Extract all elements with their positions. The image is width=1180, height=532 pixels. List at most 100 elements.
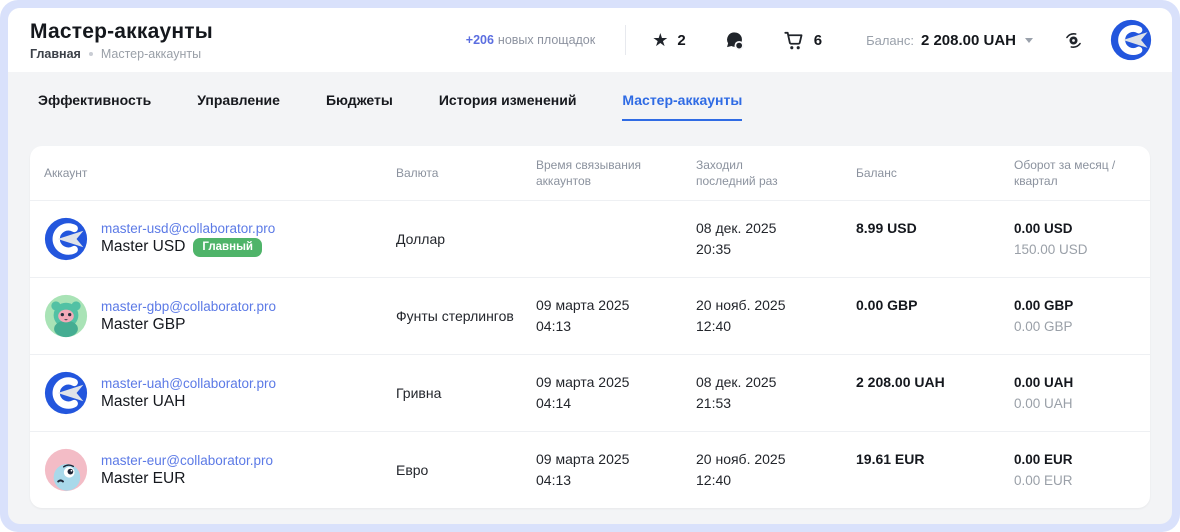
tab-бюджеты[interactable]: Бюджеты: [326, 92, 393, 121]
column-header-account: Аккаунт: [44, 165, 396, 181]
collaborator-logo-avatar: [44, 371, 88, 415]
account-name: Master EUR: [101, 470, 185, 488]
turnover-month: 0.00 USD: [1014, 218, 1136, 239]
tab-управление[interactable]: Управление: [197, 92, 280, 121]
currency-cell: Евро: [396, 462, 536, 478]
turnover-quarter: 0.00 GBP: [1014, 316, 1136, 337]
linked-time-cell: 09 марта 2025 04:14: [536, 372, 696, 414]
privacy-eye-icon: [1063, 30, 1084, 51]
title-block: Мастер-аккаунты Главная Мастер-аккаунты: [30, 20, 213, 61]
account-cell: master-gbp@collaborator.pro Master GBP: [44, 294, 396, 338]
account-email-link[interactable]: master-gbp@collaborator.pro: [101, 299, 276, 314]
new-platforms-count: +206: [466, 33, 494, 47]
account-cell: master-usd@collaborator.pro Master USD Г…: [44, 217, 396, 261]
account-name-row: Master GBP: [101, 316, 276, 334]
balance-amount: 2 208.00 UAH: [856, 372, 945, 393]
linked-time: 04:13: [536, 316, 696, 337]
account-name: Master UAH: [101, 393, 185, 411]
new-platforms-label: новых площадок: [498, 33, 595, 47]
last-visit-cell: 20 нояб. 2025 12:40: [696, 295, 856, 337]
account-text: master-usd@collaborator.pro Master USD Г…: [101, 221, 275, 258]
turnover-cell: 0.00 USD 150.00 USD: [1014, 218, 1136, 260]
balance-dropdown[interactable]: Баланс: 2 208.00 UAH: [866, 32, 1033, 49]
table-header-row: Аккаунт Валюта Время связывания аккаунто…: [30, 146, 1150, 200]
account-email-link[interactable]: master-uah@collaborator.pro: [101, 376, 276, 391]
balance-label: Баланс:: [866, 33, 914, 48]
column-header-turnover: Оборот за месяц / квартал: [1014, 157, 1136, 189]
new-platforms-link[interactable]: +206 новых площадок: [466, 33, 595, 47]
account-text: master-eur@collaborator.pro Master EUR: [101, 453, 273, 488]
hide-balance-button[interactable]: [1063, 30, 1084, 51]
last-visit-time: 21:53: [696, 393, 856, 414]
turnover-quarter: 150.00 USD: [1014, 239, 1136, 260]
table-row: master-uah@collaborator.pro Master UAH Г…: [30, 354, 1150, 431]
linked-date: 09 марта 2025: [536, 295, 696, 316]
breadcrumb-home-link[interactable]: Главная: [30, 47, 81, 61]
last-visit-date: 08 дек. 2025: [696, 218, 856, 239]
profile-avatar-button[interactable]: [1110, 19, 1152, 61]
tab-история-изменений[interactable]: История изменений: [439, 92, 577, 121]
account-email-link[interactable]: master-usd@collaborator.pro: [101, 221, 275, 236]
breadcrumb-current: Мастер-аккаунты: [101, 47, 201, 61]
table-row: master-gbp@collaborator.pro Master GBP Ф…: [30, 277, 1150, 354]
balance-cell: 19.61 EUR: [856, 449, 1014, 491]
last-visit-cell: 20 нояб. 2025 12:40: [696, 449, 856, 491]
currency-cell: Фунты стерлингов: [396, 308, 536, 324]
header-divider: [625, 25, 626, 55]
table-body: master-usd@collaborator.pro Master USD Г…: [30, 200, 1150, 508]
last-visit-time: 12:40: [696, 316, 856, 337]
account-name-row: Master EUR: [101, 470, 273, 488]
last-visit-time: 12:40: [696, 470, 856, 491]
account-email-link[interactable]: master-eur@collaborator.pro: [101, 453, 273, 468]
last-visit-date: 20 нояб. 2025: [696, 449, 856, 470]
turnover-cell: 0.00 UAH 0.00 UAH: [1014, 372, 1136, 414]
linked-date: 09 марта 2025: [536, 449, 696, 470]
main-badge: Главный: [193, 238, 262, 258]
turnover-month: 0.00 GBP: [1014, 295, 1136, 316]
tab-мастер-аккаунты[interactable]: Мастер-аккаунты: [622, 92, 742, 121]
balance-cell: 0.00 GBP: [856, 295, 1014, 337]
breadcrumb: Главная Мастер-аккаунты: [30, 47, 213, 61]
messages-button[interactable]: [724, 30, 745, 51]
currency-cell: Доллар: [396, 231, 536, 247]
balance-cell: 8.99 USD: [856, 218, 1014, 260]
table-row: master-eur@collaborator.pro Master EUR Е…: [30, 431, 1150, 508]
tab-эффективность[interactable]: Эффективность: [38, 92, 151, 121]
turnover-month: 0.00 UAH: [1014, 372, 1136, 393]
balance-amount: 19.61 EUR: [856, 449, 924, 470]
viewport-frame: Мастер-аккаунты Главная Мастер-аккаунты …: [0, 0, 1180, 532]
star-icon: ★: [652, 31, 668, 49]
balance-amount: 0.00 GBP: [856, 295, 917, 316]
turnover-cell: 0.00 EUR 0.00 EUR: [1014, 449, 1136, 491]
monster-green-avatar: [44, 294, 88, 338]
linked-date: 09 марта 2025: [536, 372, 696, 393]
top-header: Мастер-аккаунты Главная Мастер-аккаунты …: [8, 8, 1172, 72]
chevron-down-icon: [1025, 38, 1033, 43]
monster-pink-avatar: [44, 448, 88, 492]
header-icon-group: ★ 2 6: [652, 29, 822, 51]
breadcrumb-separator: [89, 52, 93, 56]
app-content: Мастер-аккаунты Главная Мастер-аккаунты …: [8, 8, 1172, 524]
balance-value: 2 208.00 UAH: [921, 32, 1016, 49]
balance-cell: 2 208.00 UAH: [856, 372, 1014, 414]
column-header-linked-time: Время связывания аккаунтов: [536, 157, 656, 189]
last-visit-date: 20 нояб. 2025: [696, 295, 856, 316]
linked-time-cell: 09 марта 2025 04:13: [536, 449, 696, 491]
account-name: Master GBP: [101, 316, 185, 334]
account-name-row: Master UAH: [101, 393, 276, 411]
table-row: master-usd@collaborator.pro Master USD Г…: [30, 200, 1150, 277]
cart-icon: [783, 29, 805, 51]
turnover-month: 0.00 EUR: [1014, 449, 1136, 470]
linked-time-cell: 09 марта 2025 04:13: [536, 295, 696, 337]
cart-button[interactable]: 6: [783, 29, 822, 51]
favorites-count: 2: [677, 32, 685, 49]
column-header-last-visit: Заходил последний раз: [696, 157, 796, 189]
favorites-button[interactable]: ★ 2: [652, 31, 685, 49]
chat-icon: [724, 30, 745, 51]
collaborator-logo-icon: [1110, 19, 1152, 61]
tabs: Эффективность Управление Бюджеты История из…: [8, 72, 1172, 121]
accounts-table-card: Аккаунт Валюта Время связывания аккаунто…: [30, 146, 1150, 508]
linked-time-cell: [536, 218, 696, 260]
turnover-quarter: 0.00 EUR: [1014, 470, 1136, 491]
account-name: Master USD: [101, 238, 185, 256]
